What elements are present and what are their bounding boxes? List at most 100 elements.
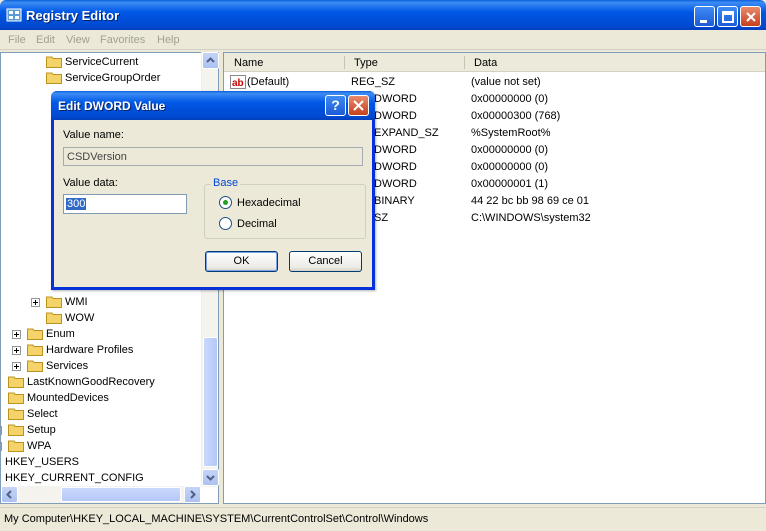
- folder-icon: [8, 376, 24, 388]
- string-value-icon: ab: [230, 75, 246, 89]
- tree-item-label: HKEY_CURRENT_CONFIG: [5, 472, 144, 484]
- hexadecimal-label[interactable]: Hexadecimal: [237, 197, 301, 209]
- expand-icon[interactable]: [12, 346, 21, 355]
- value-data-input[interactable]: 300: [63, 194, 187, 214]
- expand-icon[interactable]: [12, 330, 21, 339]
- close-button[interactable]: [740, 6, 761, 27]
- scroll-down-button[interactable]: [202, 469, 219, 486]
- menu-bar: File Edit View Favorites Help: [0, 30, 766, 50]
- column-name[interactable]: Name: [234, 57, 263, 69]
- menu-view[interactable]: View: [66, 34, 90, 46]
- value-data: (value not set): [471, 76, 541, 88]
- tree-item[interactable]: ServiceGroupOrder: [1, 70, 201, 86]
- expand-icon[interactable]: [12, 362, 21, 371]
- base-label: Base: [211, 177, 241, 189]
- folder-icon: [46, 296, 62, 308]
- value-data: 0x00000300 (768): [471, 110, 561, 122]
- base-groupbox: Base Hexadecimal Decimal: [204, 177, 366, 239]
- dialog-close-button[interactable]: [348, 95, 369, 116]
- tree-item[interactable]: Select: [1, 406, 201, 422]
- tree-item-label: Setup: [27, 424, 56, 436]
- menu-file[interactable]: File: [8, 34, 26, 46]
- folder-icon: [8, 440, 24, 452]
- tree-item[interactable]: LastKnownGoodRecovery: [1, 374, 201, 390]
- value-data-text: 300: [66, 198, 87, 210]
- minimize-button[interactable]: [694, 6, 715, 27]
- tree-item[interactable]: Enum: [1, 326, 201, 342]
- value-type: DWORD: [374, 110, 417, 122]
- folder-icon: [27, 328, 43, 340]
- value-data: C:\WINDOWS\system32: [471, 212, 591, 224]
- tree-item[interactable]: WMI: [1, 294, 201, 310]
- menu-favorites[interactable]: Favorites: [100, 34, 145, 46]
- value-type: SZ: [374, 212, 389, 224]
- expand-icon[interactable]: [1, 442, 2, 451]
- value-type: DWORD: [374, 144, 417, 156]
- decimal-label[interactable]: Decimal: [237, 218, 277, 230]
- value-type: DWORD: [374, 93, 417, 105]
- tree-item-label: WOW: [65, 312, 95, 324]
- help-icon: ?: [331, 97, 340, 113]
- folder-icon: [27, 344, 43, 356]
- tree-item-label: LastKnownGoodRecovery: [27, 376, 155, 388]
- minimize-icon: [700, 20, 707, 23]
- decimal-radio[interactable]: [219, 217, 232, 230]
- tree-item[interactable]: HKEY_USERS: [1, 454, 201, 470]
- value-name-text: CSDVersion: [67, 151, 127, 163]
- value-type: DWORD: [374, 161, 417, 173]
- hexadecimal-radio[interactable]: [219, 196, 232, 209]
- tree-item[interactable]: MountedDevices: [1, 390, 201, 406]
- scroll-left-button[interactable]: [1, 486, 18, 503]
- cancel-button[interactable]: Cancel: [289, 251, 362, 272]
- tree-item-label: MountedDevices: [27, 392, 109, 404]
- menu-edit[interactable]: Edit: [36, 34, 55, 46]
- tree-item[interactable]: Setup: [1, 422, 201, 438]
- tree-item-label: HKEY_USERS: [5, 456, 79, 468]
- svg-text:ab: ab: [232, 78, 244, 89]
- tree-item-label: WPA: [27, 440, 52, 452]
- scroll-right-button[interactable]: [184, 486, 201, 503]
- tree-item-label: Services: [46, 360, 89, 372]
- tree-item[interactable]: WOW: [1, 310, 201, 326]
- column-divider: [464, 56, 465, 69]
- tree-item[interactable]: Services: [1, 358, 201, 374]
- tree-scroll-thumb[interactable]: [203, 337, 218, 467]
- expand-icon[interactable]: [1, 426, 2, 435]
- column-data[interactable]: Data: [474, 57, 497, 69]
- tree-item[interactable]: HKEY_CURRENT_CONFIG: [1, 470, 201, 486]
- value-data: 0x00000000 (0): [471, 161, 549, 173]
- list-row[interactable]: ab (Default) REG_SZ (value not set): [224, 74, 765, 91]
- chevron-left-icon: [6, 490, 12, 499]
- tree-horizontal-scrollbar[interactable]: [1, 486, 201, 503]
- tree-hscroll-thumb[interactable]: [61, 487, 181, 502]
- dialog-titlebar[interactable]: Edit DWORD Value ?: [51, 91, 375, 120]
- folder-icon: [8, 408, 24, 420]
- value-data: 0x00000000 (0): [471, 144, 549, 156]
- expand-icon[interactable]: [31, 298, 40, 307]
- close-icon: [353, 100, 364, 111]
- value-name: (Default): [247, 76, 290, 88]
- chevron-right-icon: [190, 490, 196, 499]
- help-button[interactable]: ?: [325, 95, 346, 116]
- tree-item-label: ServiceCurrent: [65, 56, 139, 68]
- tree-item[interactable]: WPA: [1, 438, 201, 454]
- folder-icon: [8, 392, 24, 404]
- registry-editor-icon: [6, 8, 22, 22]
- maximize-icon: [722, 11, 734, 23]
- value-name-field: CSDVersion: [63, 147, 363, 166]
- window-titlebar[interactable]: Registry Editor: [0, 0, 766, 30]
- tree-item[interactable]: Hardware Profiles: [1, 342, 201, 358]
- column-type[interactable]: Type: [354, 57, 378, 69]
- close-icon: [746, 12, 756, 22]
- scroll-up-button[interactable]: [202, 52, 219, 69]
- tree-item[interactable]: ServiceCurrent: [1, 54, 201, 70]
- ok-button[interactable]: OK: [205, 251, 278, 272]
- menu-help[interactable]: Help: [157, 34, 180, 46]
- value-name-label: Value name:: [63, 129, 124, 141]
- folder-icon: [46, 72, 62, 84]
- maximize-button[interactable]: [717, 6, 738, 27]
- value-type: REG_SZ: [351, 76, 396, 88]
- value-type: EXPAND_SZ: [374, 127, 439, 139]
- edit-dword-dialog[interactable]: Edit DWORD Value ? Value name: CSDVersio…: [51, 91, 375, 290]
- tree-item-label: Enum: [46, 328, 75, 340]
